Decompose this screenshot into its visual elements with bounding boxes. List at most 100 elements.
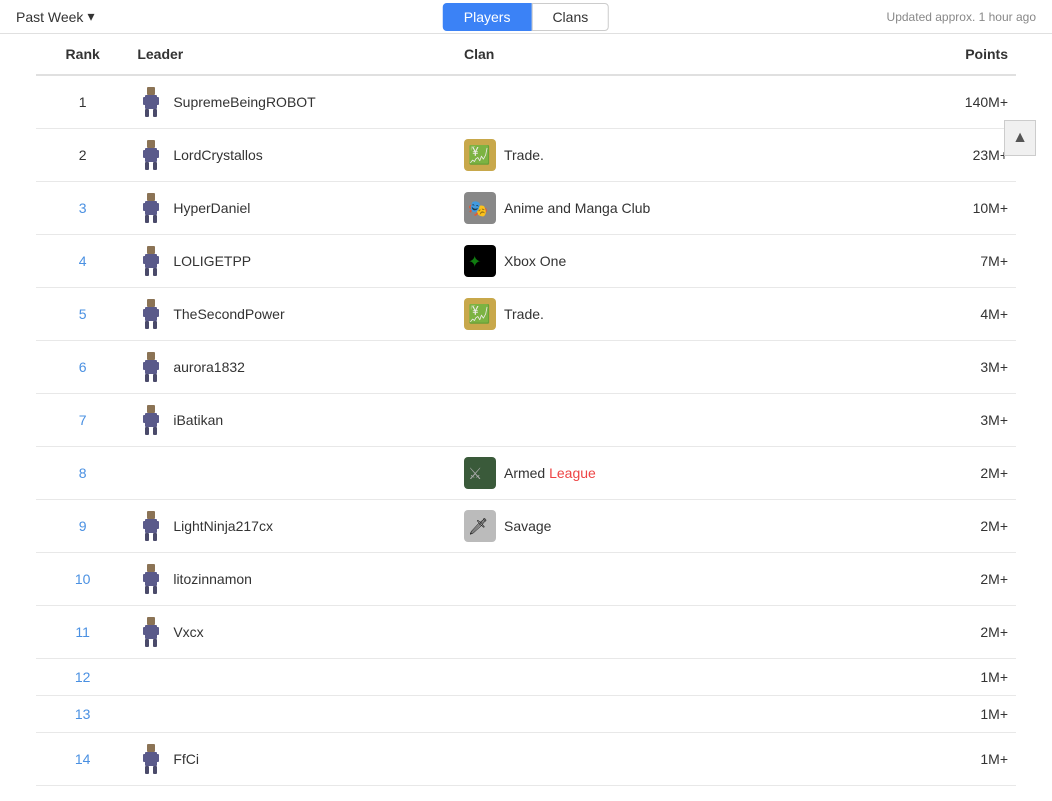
leader-cell: LightNinja217cx <box>129 500 456 553</box>
avatar <box>137 351 165 383</box>
avatar <box>137 616 165 648</box>
rank-cell: 11 <box>36 606 129 659</box>
clan-icon: 💹 <box>464 139 496 171</box>
leader-cell: HyperDaniel <box>129 182 456 235</box>
rank-cell: 6 <box>36 341 129 394</box>
leader-cell <box>129 447 456 500</box>
avatar <box>137 510 165 542</box>
table-row: 13 1M+ <box>36 696 1016 733</box>
clan-cell <box>456 553 876 606</box>
leader-cell: LOLIGETPP <box>129 235 456 288</box>
clan-icon: ✦ <box>464 245 496 277</box>
svg-text:⚔: ⚔ <box>468 466 482 483</box>
points-cell: 3M+ <box>876 341 1016 394</box>
filter-label: Past Week <box>16 9 83 25</box>
clan-icon: 🎭 <box>464 192 496 224</box>
rank-cell: 9 <box>36 500 129 553</box>
points-cell: 2M+ <box>876 500 1016 553</box>
table-row: 4 LOLIGETPP ✦ Xbox One 7M+ <box>36 235 1016 288</box>
col-rank: Rank <box>36 34 129 75</box>
clan-cell <box>456 733 876 786</box>
table-row: 5 TheSecondPower💹Trade.4M+ <box>36 288 1016 341</box>
clan-cell: 💹Trade. <box>456 129 876 182</box>
rank-cell: 5 <box>36 288 129 341</box>
points-cell: 2M+ <box>876 606 1016 659</box>
table-row: 10 litozinnamon 2M+ <box>36 553 1016 606</box>
points-cell: 7M+ <box>876 235 1016 288</box>
rank-cell: 13 <box>36 696 129 733</box>
table-row: 11 Vxcx 2M+ <box>36 606 1016 659</box>
clan-name: Anime and Manga Club <box>504 200 650 216</box>
table-row: 14 FfCi 1M+ <box>36 733 1016 786</box>
clan-cell <box>456 696 876 733</box>
rank-cell: 2 <box>36 129 129 182</box>
avatar <box>137 563 165 595</box>
clan-name: Armed League <box>504 465 596 481</box>
leader-name: HyperDaniel <box>173 200 250 216</box>
rank-cell: 3 <box>36 182 129 235</box>
leader-name: iBatikan <box>173 412 223 428</box>
leader-name: LightNinja217cx <box>173 518 273 534</box>
points-cell: 3M+ <box>876 394 1016 447</box>
table-row: 6 aurora1832 3M+ <box>36 341 1016 394</box>
league-text: League <box>549 465 596 481</box>
rank-cell: 7 <box>36 394 129 447</box>
rank-cell: 10 <box>36 553 129 606</box>
table-row: 8⚔Armed League2M+ <box>36 447 1016 500</box>
clan-cell <box>456 659 876 696</box>
avatar <box>137 86 165 118</box>
leader-name: SupremeBeingROBOT <box>173 94 315 110</box>
clan-cell <box>456 606 876 659</box>
leader-cell: litozinnamon <box>129 553 456 606</box>
clan-cell <box>456 341 876 394</box>
rank-cell: 12 <box>36 659 129 696</box>
leader-cell: TheSecondPower <box>129 288 456 341</box>
clan-cell: ⚔ Armed League <box>456 447 876 500</box>
avatar <box>137 298 165 330</box>
points-cell: 4M+ <box>876 288 1016 341</box>
points-cell: 1M+ <box>876 733 1016 786</box>
rank-cell: 14 <box>36 733 129 786</box>
leader-cell <box>129 659 456 696</box>
leader-name: TheSecondPower <box>173 306 284 322</box>
header-bar: Past Week ▾ Players Clans Updated approx… <box>0 0 1052 34</box>
clan-cell <box>456 75 876 129</box>
svg-text:🗡: 🗡 <box>468 518 488 536</box>
points-cell: 2M+ <box>876 553 1016 606</box>
filter-dropdown[interactable]: Past Week ▾ <box>16 8 94 25</box>
leader-cell: iBatikan <box>129 394 456 447</box>
clan-icon: 🗡 <box>464 510 496 542</box>
avatar <box>137 139 165 171</box>
col-points: Points <box>876 34 1016 75</box>
svg-text:✦: ✦ <box>468 254 481 271</box>
points-cell: 23M+ <box>876 129 1016 182</box>
leader-name: litozinnamon <box>173 571 252 587</box>
leader-cell <box>129 696 456 733</box>
table-row: 12 1M+ <box>36 659 1016 696</box>
leader-name: LordCrystallos <box>173 147 262 163</box>
clan-cell <box>456 394 876 447</box>
rank-cell: 4 <box>36 235 129 288</box>
clan-cell: 🎭 Anime and Manga Club <box>456 182 876 235</box>
clan-cell: 🗡Savage <box>456 500 876 553</box>
table-row: 2 LordCrystallos 💹Trade.23M+ <box>36 129 1016 182</box>
points-cell: 1M+ <box>876 696 1016 733</box>
points-cell: 1M+ <box>876 659 1016 696</box>
tab-players[interactable]: Players <box>443 3 532 31</box>
table-row: 7 iBatikan 3M+ <box>36 394 1016 447</box>
leader-name: aurora1832 <box>173 359 245 375</box>
leader-cell: FfCi <box>129 733 456 786</box>
leader-cell: Vxcx <box>129 606 456 659</box>
updated-text: Updated approx. 1 hour ago <box>887 10 1036 24</box>
tab-clans[interactable]: Clans <box>531 3 609 31</box>
avatar <box>137 743 165 775</box>
clan-name: Xbox One <box>504 253 566 269</box>
table-row: 9 LightNinja217cx 🗡Savage2M+ <box>36 500 1016 553</box>
avatar <box>137 404 165 436</box>
points-cell: 2M+ <box>876 447 1016 500</box>
leaderboard-table-container: Rank Leader Clan Points 1 SupremeBeingRO… <box>0 34 1052 786</box>
scroll-up-button[interactable]: ▲ <box>1004 120 1036 156</box>
svg-text:🎭: 🎭 <box>468 201 488 218</box>
leader-name: Vxcx <box>173 624 203 640</box>
avatar <box>137 192 165 224</box>
